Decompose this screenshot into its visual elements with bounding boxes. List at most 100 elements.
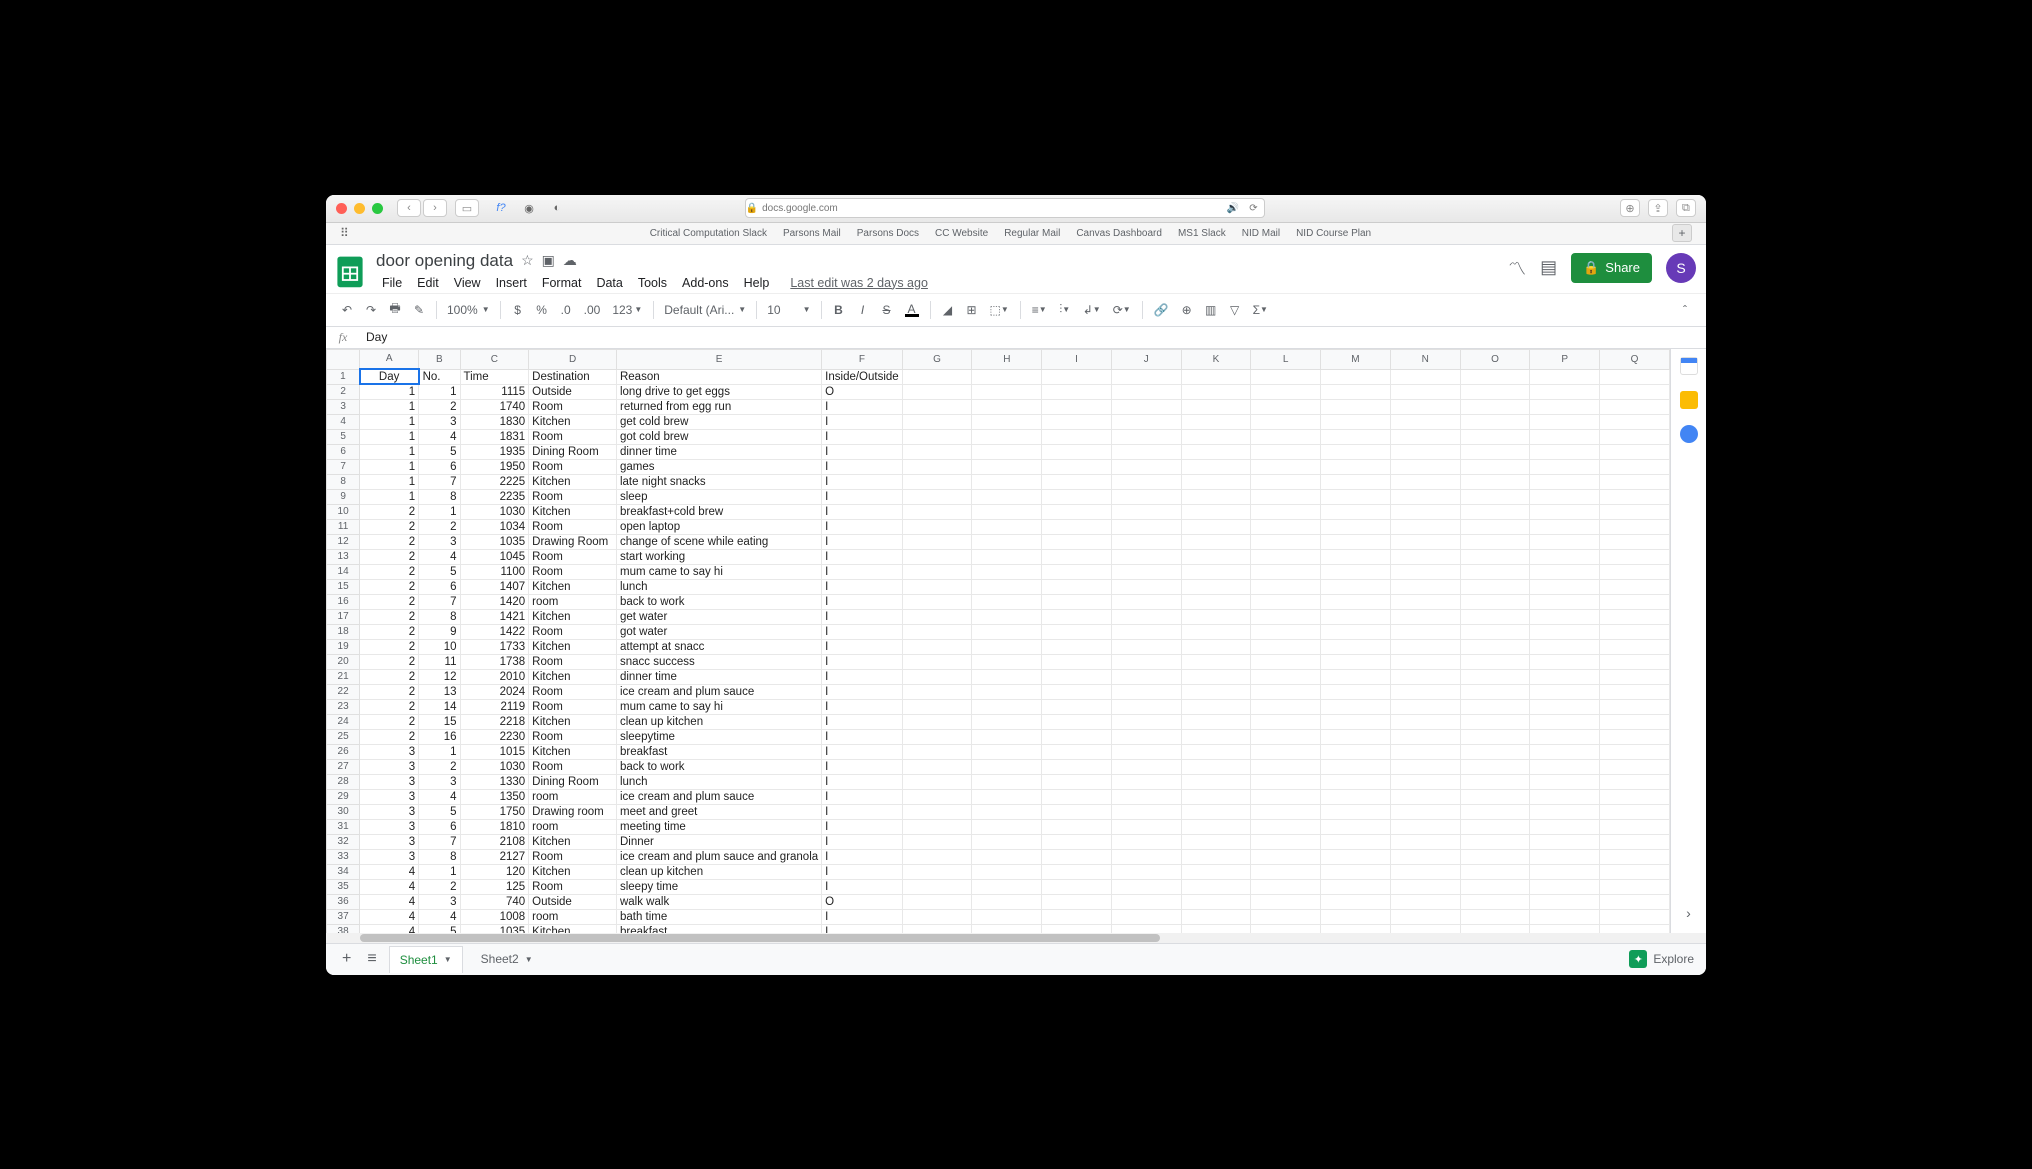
cell[interactable]: 1015 [460, 744, 529, 759]
cell[interactable] [902, 624, 972, 639]
cell[interactable] [1530, 714, 1600, 729]
column-header[interactable]: B [419, 349, 460, 369]
cell[interactable] [1042, 549, 1112, 564]
cell[interactable] [1460, 534, 1530, 549]
cell[interactable] [1181, 384, 1251, 399]
link-button[interactable]: 🔗 [1149, 298, 1174, 322]
cell[interactable] [1111, 804, 1181, 819]
cell[interactable] [972, 429, 1042, 444]
cell[interactable]: 1 [419, 384, 460, 399]
cell[interactable] [1460, 864, 1530, 879]
cell[interactable] [1460, 639, 1530, 654]
row-header[interactable]: 33 [327, 849, 360, 864]
cell[interactable] [1321, 504, 1391, 519]
cell[interactable]: 2 [360, 654, 419, 669]
cloud-status-icon[interactable]: ☁ [563, 252, 577, 269]
cell[interactable]: 2 [360, 729, 419, 744]
cell[interactable] [972, 639, 1042, 654]
cell[interactable]: Room [529, 879, 617, 894]
cell[interactable]: I [822, 774, 903, 789]
forward-button[interactable]: › [423, 199, 447, 217]
cell[interactable] [1251, 459, 1321, 474]
cell[interactable] [1111, 624, 1181, 639]
cell[interactable] [972, 819, 1042, 834]
column-header[interactable]: K [1181, 349, 1251, 369]
cell[interactable]: mum came to say hi [616, 699, 821, 714]
cell[interactable] [1251, 669, 1321, 684]
column-header[interactable]: F [822, 349, 903, 369]
cell[interactable] [1390, 684, 1460, 699]
cell[interactable] [1530, 909, 1600, 924]
cell[interactable]: room [529, 909, 617, 924]
cell[interactable] [902, 714, 972, 729]
cell[interactable]: breakfast [616, 744, 821, 759]
cell[interactable] [902, 504, 972, 519]
row-header[interactable]: 38 [327, 924, 360, 933]
cell[interactable] [1181, 774, 1251, 789]
cell[interactable]: Kitchen [529, 639, 617, 654]
borders-button[interactable]: ⊞ [961, 298, 983, 322]
cell[interactable] [1390, 774, 1460, 789]
cell[interactable]: late night snacks [616, 474, 821, 489]
cell[interactable]: I [822, 804, 903, 819]
audio-icon[interactable]: 🔊 [1227, 203, 1245, 214]
cell[interactable]: lunch [616, 579, 821, 594]
cell[interactable] [1111, 654, 1181, 669]
apps-grid-icon[interactable]: ⠿ [340, 226, 349, 240]
back-button[interactable]: ‹ [397, 199, 421, 217]
cell[interactable]: Room [529, 489, 617, 504]
document-title[interactable]: door opening data [376, 251, 513, 271]
cell[interactable] [1321, 429, 1391, 444]
cell[interactable]: back to work [616, 594, 821, 609]
column-header[interactable]: Q [1600, 349, 1670, 369]
cell[interactable] [1460, 894, 1530, 909]
redo-button[interactable]: ↷ [360, 298, 382, 322]
cell[interactable] [1460, 774, 1530, 789]
cell[interactable] [902, 639, 972, 654]
cell[interactable] [1042, 759, 1112, 774]
cell[interactable] [972, 564, 1042, 579]
cell[interactable] [1042, 384, 1112, 399]
cell[interactable] [902, 549, 972, 564]
cell[interactable] [902, 384, 972, 399]
cell[interactable] [1321, 579, 1391, 594]
cell[interactable] [1460, 474, 1530, 489]
sheet-tab-1[interactable]: Sheet1▼ [389, 946, 463, 973]
menu-view[interactable]: View [448, 273, 487, 293]
column-header[interactable]: N [1390, 349, 1460, 369]
share-button[interactable]: 🔒 Share [1571, 253, 1652, 283]
cell[interactable]: I [822, 639, 903, 654]
cell[interactable] [1181, 654, 1251, 669]
cell[interactable] [1321, 654, 1391, 669]
cell[interactable]: Room [529, 519, 617, 534]
row-header[interactable]: 11 [327, 519, 360, 534]
cell[interactable]: sleepytime [616, 729, 821, 744]
cell[interactable]: 1030 [460, 504, 529, 519]
row-header[interactable]: 25 [327, 729, 360, 744]
cell[interactable] [902, 864, 972, 879]
cell[interactable] [1111, 879, 1181, 894]
cell[interactable]: clean up kitchen [616, 714, 821, 729]
row-header[interactable]: 8 [327, 474, 360, 489]
cell[interactable] [1390, 639, 1460, 654]
cell[interactable] [1390, 909, 1460, 924]
cell[interactable] [1181, 744, 1251, 759]
cell[interactable] [972, 609, 1042, 624]
cell[interactable] [902, 804, 972, 819]
cell[interactable] [1251, 774, 1321, 789]
cell[interactable]: 1 [360, 384, 419, 399]
cell[interactable] [972, 549, 1042, 564]
cell[interactable]: 1350 [460, 789, 529, 804]
h-align-button[interactable]: ≡▼ [1027, 298, 1052, 322]
explore-button[interactable]: ✦ Explore [1629, 950, 1694, 968]
row-header[interactable]: 22 [327, 684, 360, 699]
row-header[interactable]: 14 [327, 564, 360, 579]
cell[interactable]: Dinner [616, 834, 821, 849]
cell[interactable] [972, 714, 1042, 729]
cell[interactable] [1460, 804, 1530, 819]
cell[interactable] [902, 924, 972, 933]
cell[interactable] [1460, 819, 1530, 834]
cell[interactable]: Drawing room [529, 804, 617, 819]
cell[interactable] [1530, 804, 1600, 819]
cell[interactable] [1460, 729, 1530, 744]
